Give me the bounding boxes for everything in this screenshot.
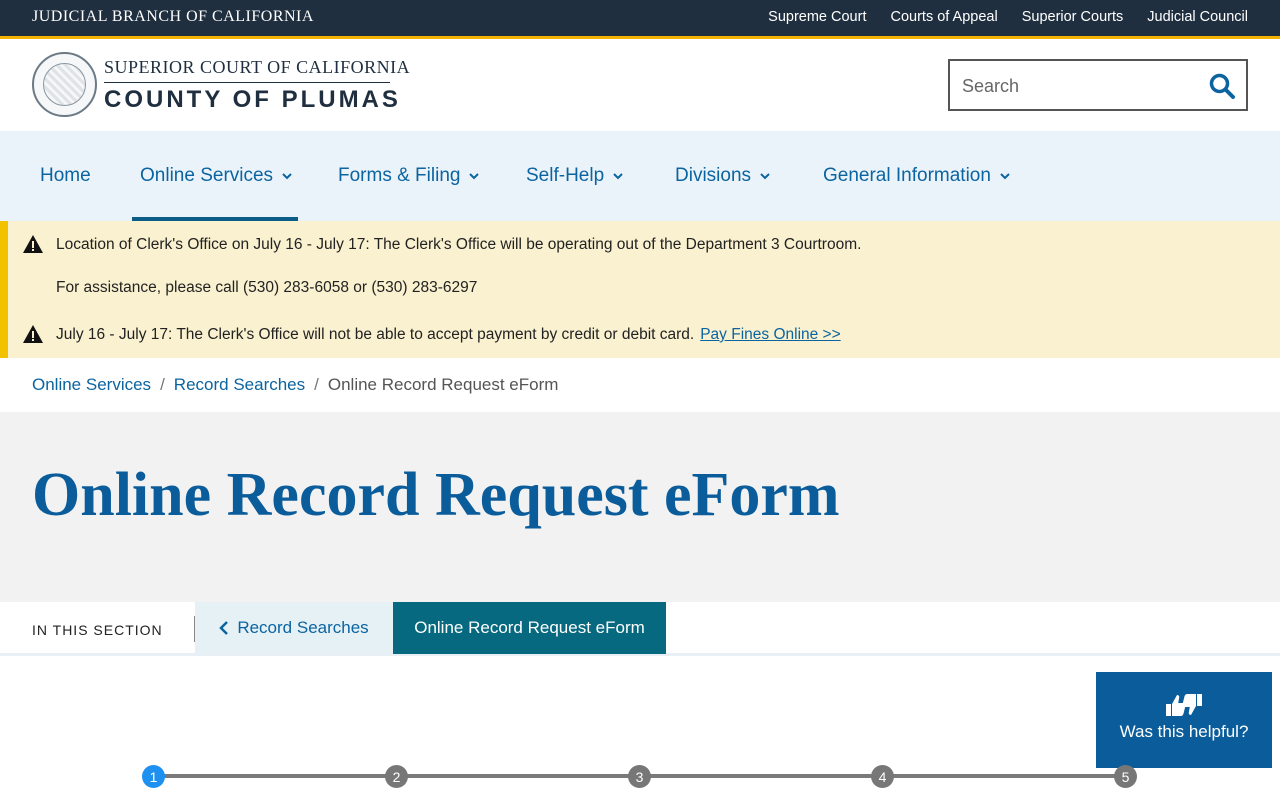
section-back-label: Record Searches bbox=[237, 618, 369, 637]
nav-divisions[interactable]: Divisions bbox=[675, 131, 771, 221]
site-header: SUPERIOR COURT OF CALIFORNIA COUNTY OF P… bbox=[0, 39, 1280, 131]
alert-1-body: The Clerk's Office will be operating out… bbox=[369, 236, 862, 253]
step-2[interactable]: 2 bbox=[385, 765, 408, 788]
breadcrumb-separator: / bbox=[160, 375, 165, 394]
nav-general-information[interactable]: General Information bbox=[823, 131, 1011, 221]
chevron-down-icon bbox=[613, 173, 623, 180]
warning-icon bbox=[23, 235, 43, 253]
step-5[interactable]: 5 bbox=[1114, 765, 1137, 788]
step-1[interactable]: 1 bbox=[142, 765, 165, 788]
judicial-council-link[interactable]: Judicial Council bbox=[1147, 9, 1248, 25]
alert-2-body: For assistance, please call (530) 283-60… bbox=[56, 279, 478, 296]
pay-fines-online-link[interactable]: Pay Fines Online >> bbox=[700, 326, 840, 343]
search-input[interactable] bbox=[962, 73, 1202, 99]
top-utility-bar: JUDICIAL BRANCH OF CALIFORNIA Supreme Co… bbox=[0, 0, 1280, 36]
nav-forms-filing-label: Forms & Filing bbox=[338, 165, 461, 186]
alert-banner: Location of Clerk's Office on July 16 - … bbox=[0, 221, 1280, 358]
in-this-section-label: IN THIS SECTION bbox=[32, 622, 163, 638]
county-name[interactable]: COUNTY OF PLUMAS bbox=[104, 86, 401, 114]
nav-online-services-label: Online Services bbox=[140, 165, 274, 186]
breadcrumb-current: Online Record Request eForm bbox=[327, 375, 559, 394]
chevron-down-icon bbox=[760, 173, 770, 180]
nav-home[interactable]: Home bbox=[40, 131, 91, 221]
court-name-rule bbox=[104, 82, 390, 83]
alert-3-heading: July 16 - July 17: bbox=[56, 326, 173, 343]
nav-self-help[interactable]: Self-Help bbox=[526, 131, 624, 221]
judicial-branch-link[interactable]: JUDICIAL BRANCH OF CALIFORNIA bbox=[32, 8, 314, 26]
step-3[interactable]: 3 bbox=[628, 765, 651, 788]
court-seal-icon[interactable] bbox=[32, 52, 97, 117]
form-stepper: 1 2 3 4 5 bbox=[0, 760, 1280, 800]
page-hero: Online Record Request eForm bbox=[0, 412, 1280, 602]
section-back-button[interactable]: Record Searches bbox=[195, 602, 393, 654]
feedback-label: Was this helpful? bbox=[1119, 722, 1249, 741]
chevron-down-icon bbox=[469, 173, 480, 180]
main-navigation: Home Online Services Forms & Filing Self… bbox=[0, 131, 1280, 221]
search-icon[interactable] bbox=[1208, 72, 1236, 100]
nav-online-services[interactable]: Online Services bbox=[140, 131, 293, 221]
chevron-down-icon bbox=[282, 173, 292, 180]
supreme-court-link[interactable]: Supreme Court bbox=[768, 9, 866, 25]
chevron-left-icon bbox=[219, 621, 229, 635]
alert-1: Location of Clerk's Office on July 16 - … bbox=[56, 236, 861, 254]
courts-of-appeal-link[interactable]: Courts of Appeal bbox=[890, 9, 997, 25]
breadcrumb-online-services[interactable]: Online Services bbox=[32, 375, 151, 395]
chevron-down-icon bbox=[1000, 173, 1010, 180]
court-name-top[interactable]: SUPERIOR COURT OF CALIFORNIA bbox=[104, 57, 410, 78]
breadcrumb: Online Services / Record Searches / Onli… bbox=[32, 375, 558, 395]
superior-courts-link[interactable]: Superior Courts bbox=[1022, 9, 1124, 25]
section-current-tab[interactable]: Online Record Request eForm bbox=[393, 602, 666, 654]
nav-general-information-label: General Information bbox=[823, 165, 991, 186]
alert-1-heading: Location of Clerk's Office on July 16 - … bbox=[56, 236, 370, 253]
section-current-label: Online Record Request eForm bbox=[414, 618, 645, 637]
alert-2: For assistance, please call (530) 283-60… bbox=[56, 279, 477, 297]
nav-home-label: Home bbox=[40, 165, 91, 186]
breadcrumb-record-searches[interactable]: Record Searches bbox=[174, 375, 305, 395]
nav-divisions-label: Divisions bbox=[675, 165, 752, 186]
feedback-button[interactable]: Was this helpful? bbox=[1096, 672, 1272, 768]
in-this-section-bar: IN THIS SECTION Record Searches Online R… bbox=[0, 602, 1280, 656]
warning-icon bbox=[23, 325, 43, 343]
step-4[interactable]: 4 bbox=[871, 765, 894, 788]
breadcrumb-separator: / bbox=[314, 375, 319, 394]
top-links: Supreme Court Courts of Appeal Superior … bbox=[768, 9, 1248, 25]
nav-forms-filing[interactable]: Forms & Filing bbox=[338, 131, 480, 221]
alert-3: July 16 - July 17: The Clerk's Office wi… bbox=[56, 326, 841, 344]
seal-emblem bbox=[43, 63, 86, 106]
page-title: Online Record Request eForm bbox=[32, 461, 840, 529]
alert-3-body: The Clerk's Office will not be able to a… bbox=[172, 326, 695, 343]
nav-self-help-label: Self-Help bbox=[526, 165, 605, 186]
search-form bbox=[948, 59, 1248, 111]
thumbs-up-down-icon bbox=[1166, 694, 1202, 716]
